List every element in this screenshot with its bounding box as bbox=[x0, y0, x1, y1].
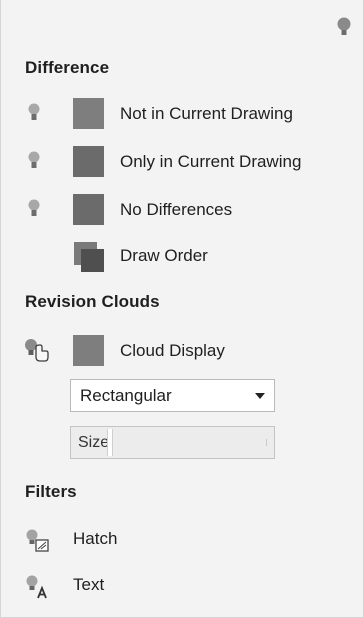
section-title-filters: Filters bbox=[25, 482, 77, 501]
draw-order-icon[interactable] bbox=[73, 241, 106, 274]
draw-order-label: Draw Order bbox=[120, 246, 208, 265]
filter-row-hatch[interactable]: Hatch bbox=[1, 522, 363, 562]
chevron-down-icon[interactable] bbox=[255, 393, 265, 399]
filter-label: Hatch bbox=[73, 529, 118, 548]
difference-row-not-in-current: Not in Current Drawing bbox=[1, 96, 363, 136]
section-title-difference: Difference bbox=[25, 58, 110, 77]
hatch-filter-icon[interactable] bbox=[25, 528, 51, 554]
cloud-shape-dropdown[interactable]: Rectangular bbox=[70, 379, 275, 412]
difference-label: No Differences bbox=[120, 200, 233, 219]
difference-label: Not in Current Drawing bbox=[120, 104, 293, 123]
lightbulb-icon[interactable] bbox=[26, 102, 42, 126]
cloud-size-slider[interactable]: Size bbox=[70, 426, 275, 459]
filter-label: Text bbox=[73, 575, 105, 594]
color-swatch[interactable] bbox=[73, 98, 104, 129]
color-swatch[interactable] bbox=[73, 194, 104, 225]
slider-thumb[interactable] bbox=[107, 429, 113, 456]
color-swatch[interactable] bbox=[73, 335, 104, 366]
size-label: Size bbox=[78, 434, 110, 451]
filter-row-text[interactable]: Text bbox=[1, 568, 363, 608]
section-title-revision-clouds: Revision Clouds bbox=[25, 292, 160, 311]
difference-row-only-in-current: Only in Current Drawing bbox=[1, 144, 363, 184]
cloud-display-label: Cloud Display bbox=[120, 341, 225, 360]
cloud-display-row: Cloud Display bbox=[1, 333, 363, 373]
compare-panel: Difference Not in Current Drawing Only i… bbox=[0, 0, 364, 618]
difference-row-no-differences: No Differences bbox=[1, 192, 363, 232]
lightbulb-icon[interactable] bbox=[335, 16, 353, 40]
difference-label: Only in Current Drawing bbox=[120, 152, 302, 171]
cloud-shape-value: Rectangular bbox=[80, 386, 172, 405]
lightbulb-icon[interactable] bbox=[26, 150, 42, 174]
draw-order-row[interactable]: Draw Order bbox=[1, 238, 363, 278]
color-swatch[interactable] bbox=[73, 146, 104, 177]
text-filter-icon[interactable] bbox=[25, 574, 51, 600]
lightbulb-pointer-icon[interactable] bbox=[23, 337, 51, 365]
lightbulb-icon[interactable] bbox=[26, 198, 42, 222]
slider-tick bbox=[266, 439, 267, 446]
